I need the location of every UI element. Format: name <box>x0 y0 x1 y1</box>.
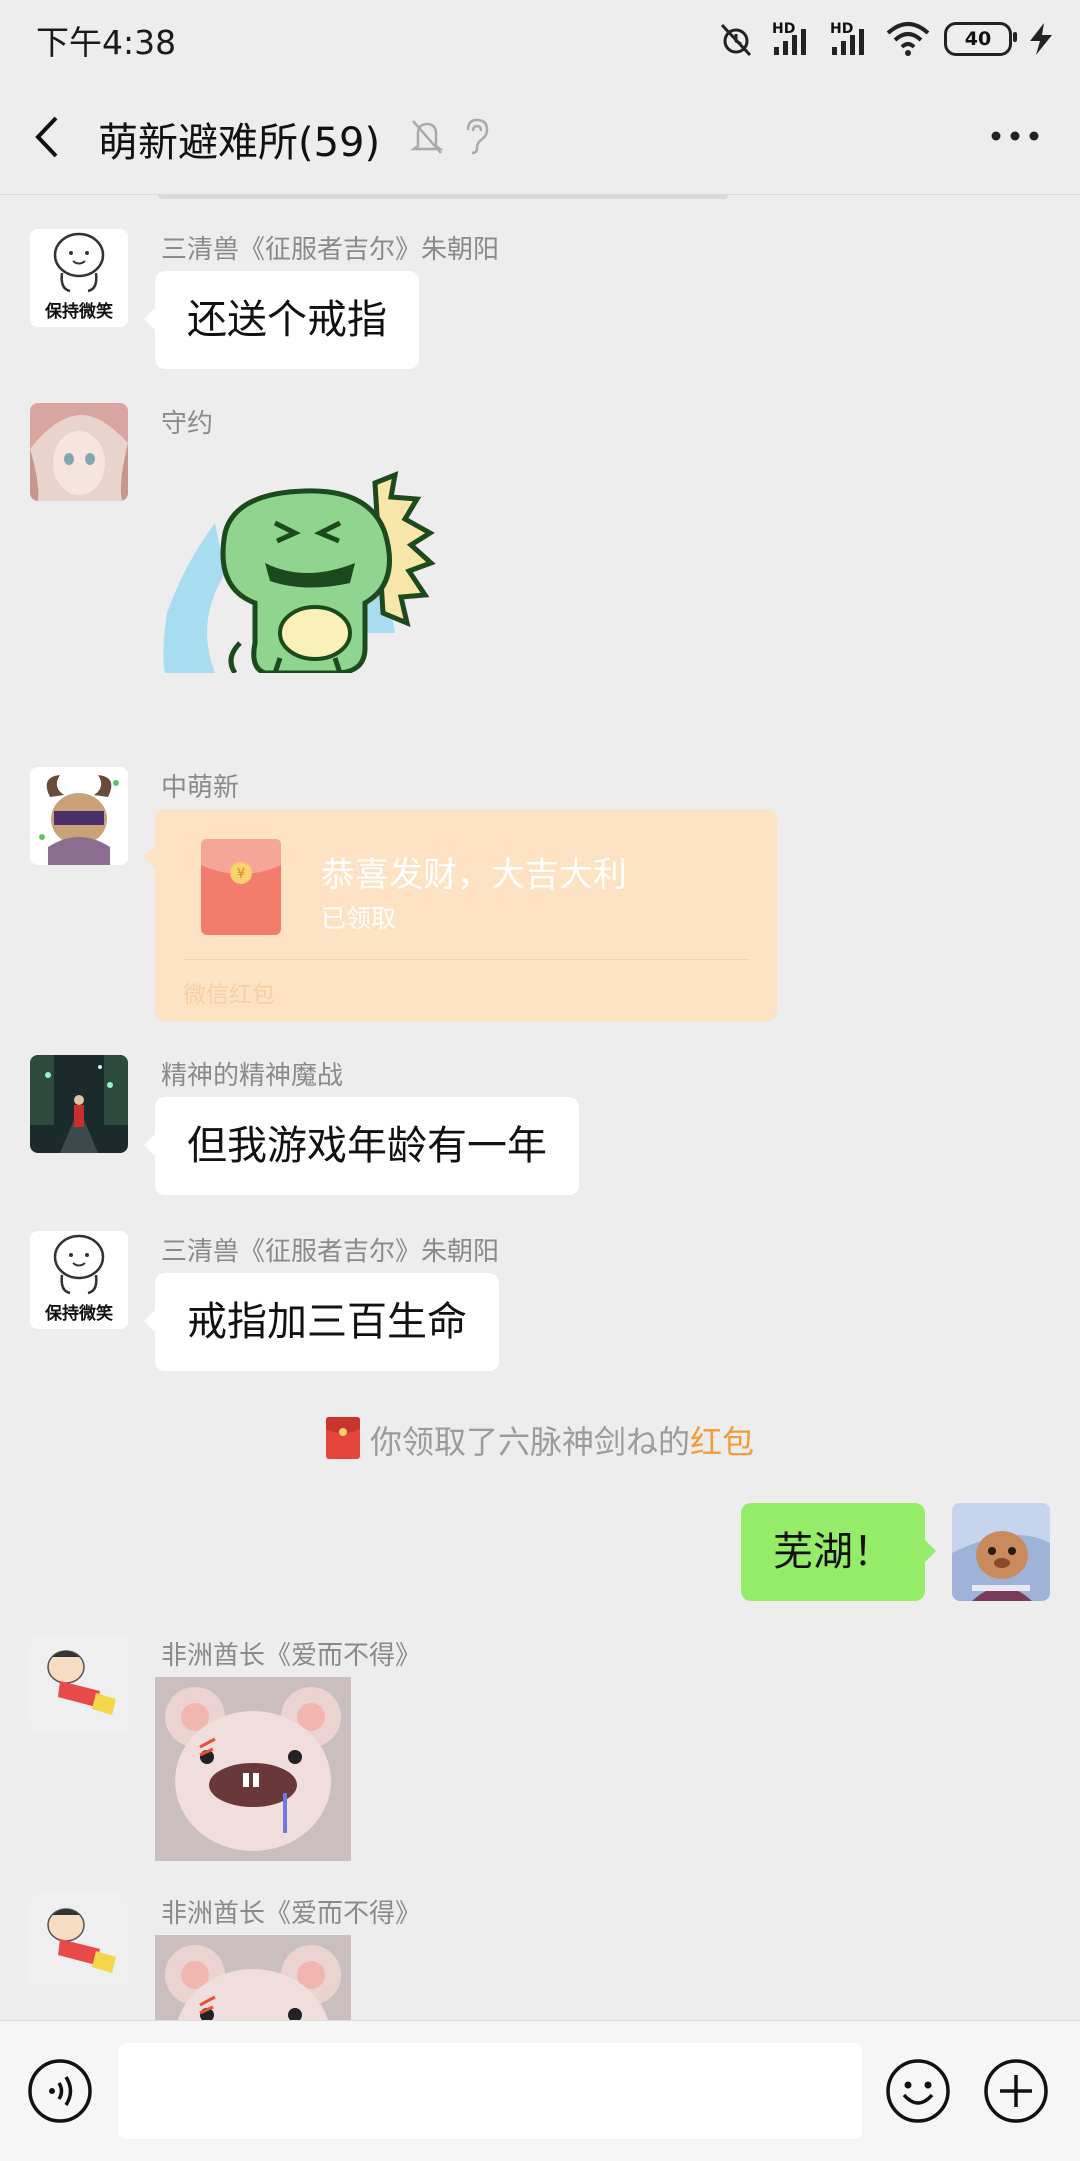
battery-icon: 40 <box>944 22 1017 56</box>
alarm-off-icon <box>720 23 752 57</box>
smile-face-icon: 保持微笑 <box>30 1231 128 1329</box>
plus-icon <box>984 2059 1048 2123</box>
crying-dinosaur-sticker[interactable] <box>155 463 445 677</box>
hamster-sticker[interactable] <box>155 1677 351 1865</box>
smile-face-icon: 保持微笑 <box>30 229 128 327</box>
status-time: 下午4:38 <box>36 23 177 62</box>
previous-message-edge <box>158 195 728 199</box>
sender-name: 三清兽《征服者吉尔》朱朝阳 <box>161 1237 500 1267</box>
chat-title: 萌新避难所(59) <box>98 120 381 166</box>
red-packet-icon: ¥ <box>201 839 281 935</box>
avatar-horned[interactable] <box>30 767 128 865</box>
red-packet-status: 已领取 <box>321 904 397 933</box>
sender-name: 精神的精神魔战 <box>161 1061 344 1091</box>
input-bar <box>0 2020 1080 2161</box>
message-input[interactable] <box>118 2043 862 2139</box>
status-bar: 下午4:38 HD HD 40 <box>0 0 1080 76</box>
charging-icon <box>1030 23 1052 55</box>
more-button[interactable] <box>990 126 1040 146</box>
red-packet-card[interactable]: ¥ 恭喜发财，大吉大利 已领取 微信红包 <box>144 809 777 1021</box>
message-list[interactable]: 保持微笑 三清兽《征服者吉尔》朱朝阳 还送个戒指 守约 中萌新 ¥ 恭喜发财，大… <box>0 195 1080 2020</box>
avatar-anime-girl[interactable] <box>30 403 128 501</box>
avatar-smile[interactable]: 保持微笑 <box>30 229 128 327</box>
avatar-crayon-shin[interactable] <box>30 1635 128 1733</box>
system-notice: 你领取了六脉神剑ね的红包 <box>0 1417 1080 1463</box>
ear-icon <box>466 118 489 155</box>
sender-name: 非洲酋长《爱而不得》 <box>161 1641 422 1671</box>
avatar-self[interactable] <box>952 1503 1050 1601</box>
network-label-1: HD <box>772 21 796 37</box>
status-icons: HD HD 40 <box>716 14 1056 64</box>
back-button[interactable] <box>28 112 68 162</box>
red-packet-link[interactable]: 红包 <box>690 1423 754 1461</box>
red-packet-mini-icon <box>325 1417 360 1459</box>
red-packet-footer: 微信红包 <box>183 982 275 1008</box>
avatar-crayon-shin[interactable] <box>30 1893 128 1991</box>
self-text-bubble[interactable]: 芜湖！ <box>741 1503 936 1601</box>
back-arrow-icon <box>35 116 58 158</box>
more-actions-button[interactable] <box>982 2057 1050 2129</box>
voice-icon <box>28 2059 92 2123</box>
sender-name: 中萌新 <box>161 773 240 803</box>
more-dots-icon <box>991 131 1039 141</box>
network-label-2: HD <box>830 21 854 37</box>
voice-button[interactable] <box>26 2057 94 2129</box>
hamster-sticker[interactable] <box>155 1935 351 2020</box>
text-bubble[interactable]: 还送个戒指 <box>144 271 419 369</box>
emoji-button[interactable] <box>884 2057 952 2129</box>
chat-header: 萌新避难所(59) <box>0 76 1080 195</box>
avatar-night-street[interactable] <box>30 1055 128 1153</box>
avatar-caption: 保持微笑 <box>44 1303 113 1324</box>
svg-text:¥: ¥ <box>237 867 245 882</box>
avatar-caption: 保持微笑 <box>44 301 113 322</box>
avatar-smile[interactable]: 保持微笑 <box>30 1231 128 1329</box>
wifi-icon <box>886 22 930 56</box>
red-packet-divider <box>183 959 749 960</box>
sender-name: 守约 <box>161 409 214 439</box>
emoji-icon <box>886 2059 950 2123</box>
sender-name: 非洲酋长《爱而不得》 <box>161 1899 422 1929</box>
system-notice-text: 你领取了六脉神剑ね的 <box>369 1423 690 1461</box>
signal-icon-2: HD <box>828 19 872 59</box>
red-packet-title: 恭喜发财，大吉大利 <box>321 855 627 895</box>
signal-icon-1: HD <box>770 19 814 59</box>
text-bubble[interactable]: 戒指加三百生命 <box>144 1273 499 1371</box>
mute-bell-icon <box>410 120 444 154</box>
sender-name: 三清兽《征服者吉尔》朱朝阳 <box>161 235 500 265</box>
text-bubble[interactable]: 但我游戏年龄有一年 <box>144 1097 579 1195</box>
battery-level: 40 <box>964 28 992 50</box>
